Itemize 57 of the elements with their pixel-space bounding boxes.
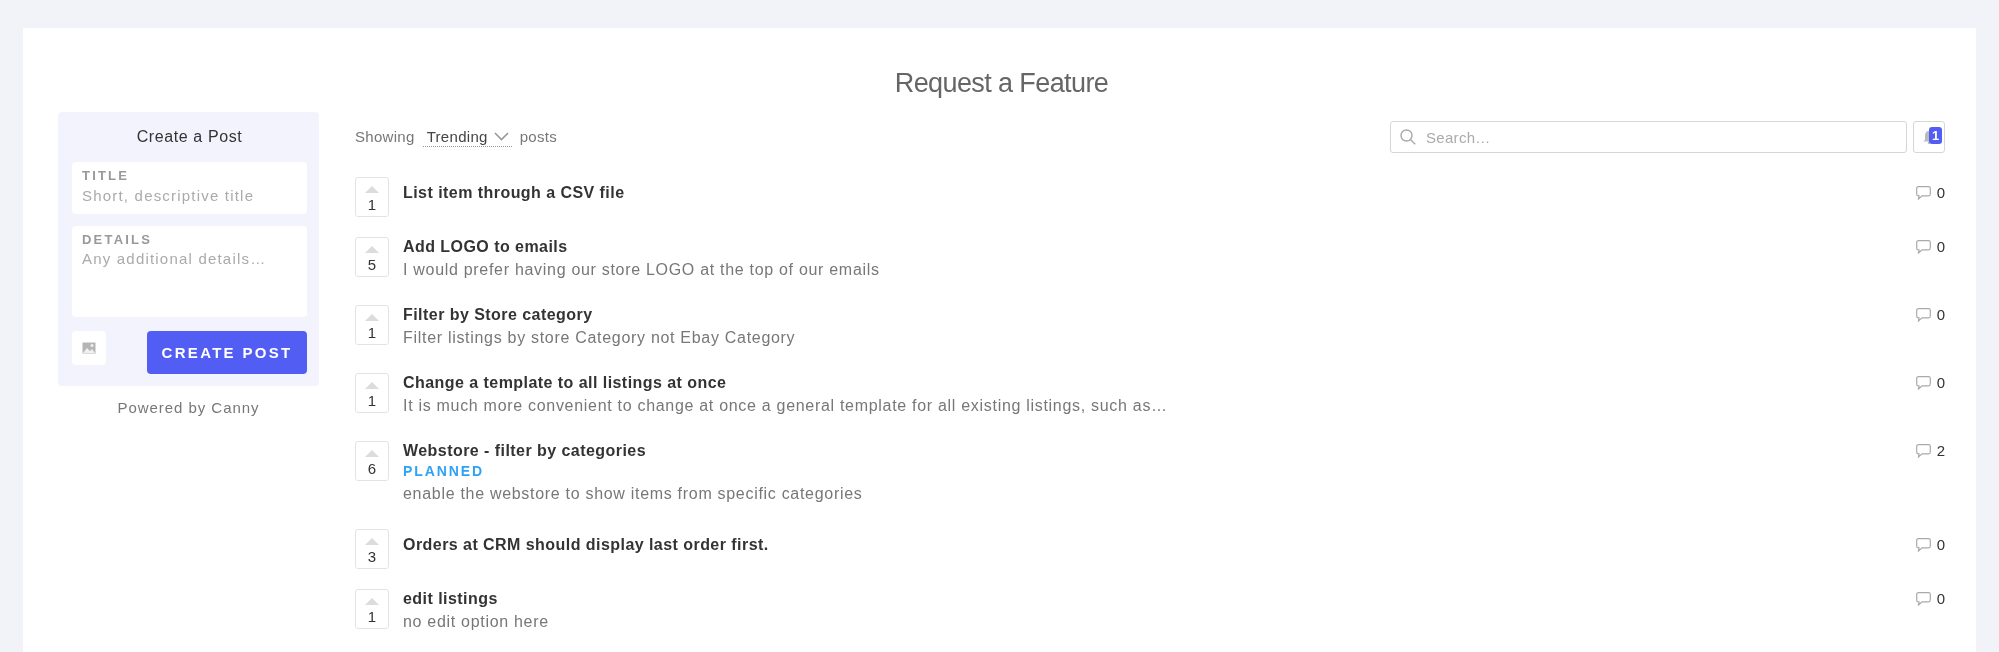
post-title[interactable]: Add LOGO to emails [403, 237, 568, 257]
speech-bubble-icon [1915, 592, 1931, 606]
upvote-button[interactable]: 1 [355, 177, 389, 217]
speech-bubble-icon [1915, 240, 1931, 254]
upvote-arrow-icon [365, 246, 379, 253]
comment-count: 0 [1936, 535, 1945, 555]
upvote-button[interactable]: 1 [355, 373, 389, 413]
post-title[interactable]: Webstore - filter by categories [403, 441, 647, 461]
upvote-arrow-icon [365, 314, 379, 321]
sort-dropdown[interactable]: Trending [422, 127, 512, 147]
comment-count: 0 [1936, 373, 1945, 393]
field-label: DETAILS [82, 232, 153, 248]
post-title[interactable]: Filter by Store category [403, 305, 593, 325]
post-title[interactable]: Change a template to all listings at once [403, 373, 727, 393]
post-description: Filter listings by store Category not Ebay Category [403, 328, 796, 348]
upvote-button[interactable]: 5 [355, 237, 389, 277]
upvote-arrow-icon [365, 186, 379, 193]
upvote-button[interactable]: 1 [355, 589, 389, 629]
create-post-button[interactable]: CREATE POST [147, 331, 307, 374]
upvote-arrow-icon [365, 450, 379, 457]
image-upload-button[interactable] [72, 331, 106, 365]
speech-bubble-icon [1915, 308, 1931, 322]
post-description: enable the webstore to show items from specific categories [403, 484, 863, 504]
powered-by-text: Powered by Canny [117, 399, 260, 417]
comment-count: 0 [1936, 589, 1945, 609]
comment-count: 0 [1936, 237, 1945, 257]
post-description: no edit option here [403, 612, 549, 632]
post-description: I would prefer having our store LOGO at the top of our emails [403, 260, 880, 280]
comment-count: 2 [1936, 441, 1945, 461]
speech-bubble-icon [1915, 186, 1931, 200]
page-title: Request a Feature [894, 67, 1109, 99]
sort-prefix-text: Showing [355, 127, 415, 147]
post-title[interactable]: edit listings [403, 589, 498, 609]
upvote-button[interactable]: 6 [355, 441, 389, 481]
panel-heading: Create a Post [136, 128, 243, 146]
comment-count: 0 [1936, 305, 1945, 325]
post-title[interactable]: List item through a CSV file [403, 183, 625, 203]
upvote-arrow-icon [365, 598, 379, 605]
status-label: PLANNED [403, 462, 484, 481]
search-field[interactable]: Search… [1390, 121, 1907, 153]
speech-bubble-icon [1915, 376, 1931, 390]
notification-badge: 1 [1929, 127, 1942, 144]
upvote-button[interactable]: 1 [355, 305, 389, 345]
upvote-arrow-icon [365, 538, 379, 545]
notifications-button[interactable]: 1 [1913, 121, 1945, 153]
speech-bubble-icon [1915, 444, 1931, 458]
post-title[interactable]: Orders at CRM should display last order first. [403, 535, 769, 555]
upvote-arrow-icon [365, 382, 379, 389]
image-icon [82, 342, 96, 354]
sort-suffix-text: posts [519, 127, 558, 147]
upvote-button[interactable]: 3 [355, 529, 389, 569]
chevron-down-icon [493, 132, 509, 141]
speech-bubble-icon [1915, 538, 1931, 552]
search-icon [1400, 129, 1416, 145]
post-description: It is much more convenient to change at once a general template for all existing listings, such as… [403, 396, 1168, 416]
comment-count: 0 [1936, 183, 1945, 203]
field-label: TITLE [82, 168, 130, 184]
